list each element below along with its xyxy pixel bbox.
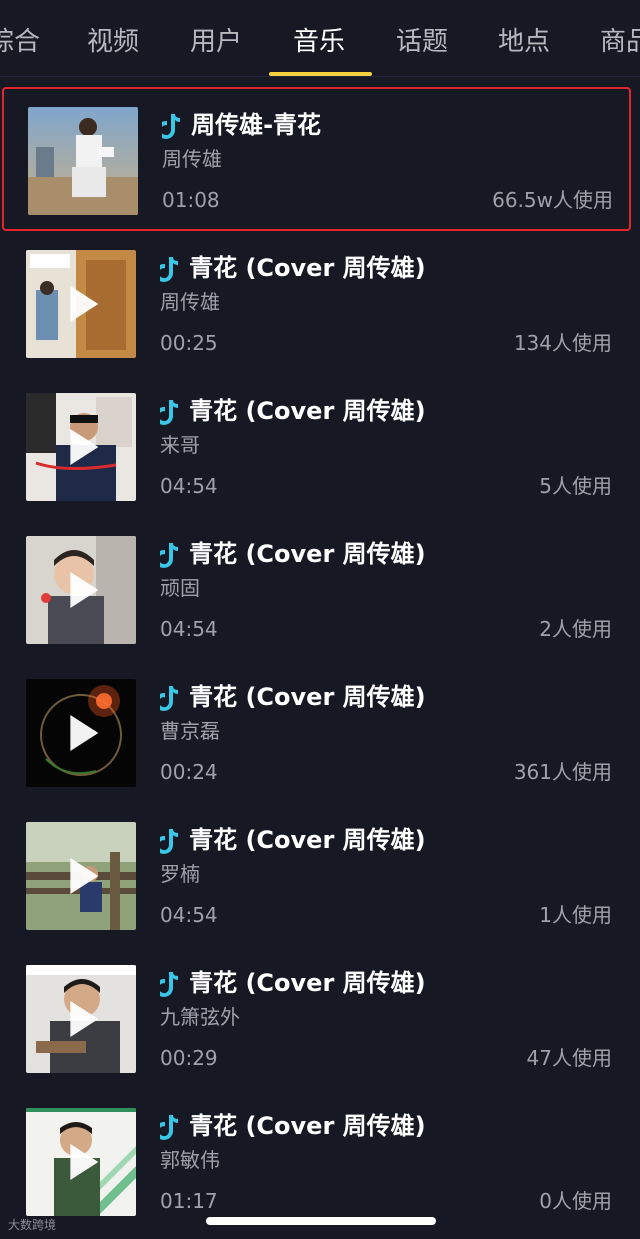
music-title: 青花 (Cover 周传雄)	[189, 683, 426, 711]
album-cover	[26, 679, 136, 787]
music-usage-count: 134人使用	[513, 331, 612, 355]
music-result-item[interactable]: 周传雄-青花 周传雄 01:08 66.5w人使用	[2, 87, 631, 231]
music-title-row: 青花 (Cover 周传雄)	[160, 822, 426, 858]
music-title: 青花 (Cover 周传雄)	[189, 254, 426, 282]
music-duration: 01:17	[160, 1189, 218, 1213]
music-duration: 04:54	[160, 474, 218, 498]
play-icon[interactable]	[70, 715, 99, 751]
music-title-row: 青花 (Cover 周传雄)	[160, 393, 426, 429]
music-note-icon	[160, 829, 178, 854]
music-usage-count: 0人使用	[539, 1189, 612, 1213]
music-usage-count: 1人使用	[539, 903, 612, 927]
music-artist: 曹京磊	[160, 719, 220, 743]
tab-places[interactable]: 地点	[498, 22, 550, 62]
music-result-item[interactable]: 青花 (Cover 周传雄) 顽固 04:54 2人使用	[0, 516, 640, 660]
music-usage-count: 2人使用	[539, 617, 612, 641]
music-artist: 周传雄	[162, 147, 222, 171]
music-note-icon	[160, 1115, 178, 1140]
music-title: 青花 (Cover 周传雄)	[189, 397, 426, 425]
music-duration: 00:24	[160, 760, 218, 784]
music-title-row: 青花 (Cover 周传雄)	[160, 1108, 426, 1144]
music-usage-count: 361人使用	[513, 760, 612, 784]
music-result-item[interactable]: 青花 (Cover 周传雄) 来哥 04:54 5人使用	[0, 373, 640, 517]
music-artist: 九箫弦外	[160, 1005, 240, 1029]
music-usage-count: 5人使用	[539, 474, 612, 498]
music-note-icon	[162, 114, 180, 139]
music-title-row: 青花 (Cover 周传雄)	[160, 965, 426, 1001]
play-icon[interactable]	[70, 1144, 99, 1180]
music-duration: 04:54	[160, 903, 218, 927]
music-artist: 郭敏伟	[160, 1148, 220, 1172]
music-title: 周传雄-青花	[191, 111, 322, 139]
music-result-item[interactable]: 青花 (Cover 周传雄) 周传雄 00:25 134人使用	[0, 230, 640, 374]
music-note-icon	[160, 543, 178, 568]
music-artist: 顽固	[160, 576, 200, 600]
album-cover	[26, 1108, 136, 1216]
music-title-row: 青花 (Cover 周传雄)	[160, 250, 426, 286]
home-indicator[interactable]	[206, 1217, 436, 1225]
music-title: 青花 (Cover 周传雄)	[189, 1112, 426, 1140]
music-result-item[interactable]: 青花 (Cover 周传雄) 曹京磊 00:24 361人使用	[0, 659, 640, 803]
active-tab-indicator	[269, 72, 372, 76]
album-cover	[26, 822, 136, 930]
music-artist: 周传雄	[160, 290, 220, 314]
music-note-icon	[160, 686, 178, 711]
music-duration: 00:25	[160, 331, 218, 355]
play-icon[interactable]	[70, 286, 99, 322]
music-note-icon	[160, 400, 178, 425]
music-duration: 00:29	[160, 1046, 218, 1070]
search-tabs: 综合 视频 用户 音乐 话题 地点 商品	[0, 0, 640, 77]
music-result-item[interactable]: 青花 (Cover 周传雄) 九箫弦外 00:29 47人使用	[0, 945, 640, 1089]
music-usage-count: 47人使用	[526, 1046, 612, 1070]
play-icon[interactable]	[70, 1001, 99, 1037]
play-icon[interactable]	[70, 429, 99, 465]
music-title: 青花 (Cover 周传雄)	[189, 826, 426, 854]
tab-topics[interactable]: 话题	[396, 22, 448, 62]
album-cover	[26, 250, 136, 358]
album-cover	[28, 107, 138, 215]
play-icon[interactable]	[70, 858, 99, 894]
album-cover	[26, 965, 136, 1073]
music-title-row: 周传雄-青花	[162, 107, 321, 143]
tab-products[interactable]: 商品	[600, 22, 640, 62]
music-artist: 来哥	[160, 433, 200, 457]
music-artist: 罗楠	[160, 862, 200, 886]
music-result-item[interactable]: 青花 (Cover 周传雄) 郭敏伟 01:17 0人使用	[0, 1088, 640, 1232]
music-duration: 04:54	[160, 617, 218, 641]
music-result-item[interactable]: 青花 (Cover 周传雄) 罗楠 04:54 1人使用	[0, 802, 640, 946]
music-duration: 01:08	[162, 188, 220, 212]
watermark: 大数跨境	[8, 1218, 57, 1232]
music-search-page: 综合 视频 用户 音乐 话题 地点 商品 周传雄-青花 周传雄 01:08 66…	[0, 0, 640, 1239]
music-title-row: 青花 (Cover 周传雄)	[160, 679, 426, 715]
play-icon[interactable]	[70, 572, 99, 608]
music-title-row: 青花 (Cover 周传雄)	[160, 536, 426, 572]
music-note-icon	[160, 257, 178, 282]
music-usage-count: 66.5w人使用	[492, 188, 613, 212]
album-cover	[26, 536, 136, 644]
album-cover	[26, 393, 136, 501]
music-note-icon	[160, 972, 178, 997]
music-title: 青花 (Cover 周传雄)	[189, 540, 426, 568]
tab-users[interactable]: 用户	[190, 22, 242, 62]
music-title: 青花 (Cover 周传雄)	[189, 969, 426, 997]
tab-general[interactable]: 综合	[0, 22, 40, 62]
tab-music[interactable]: 音乐	[293, 22, 345, 62]
tab-videos[interactable]: 视频	[87, 22, 139, 62]
